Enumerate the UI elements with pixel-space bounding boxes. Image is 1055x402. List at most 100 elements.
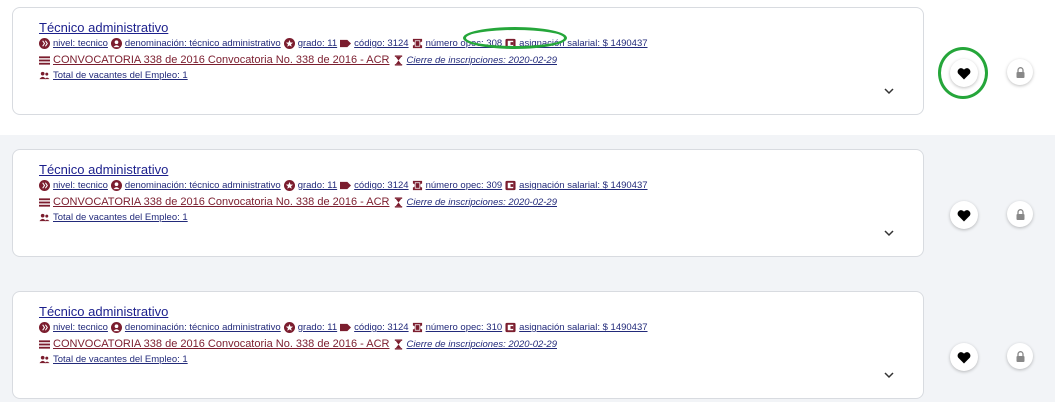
job-card: Técnico administrativo nivel: tecnico de… [12, 7, 924, 115]
convocatoria-item[interactable]: CONVOCATORIA 338 de 2016 Convocatoria No… [39, 196, 390, 208]
level-icon [39, 180, 50, 191]
users-icon [39, 70, 50, 81]
asignacion-item[interactable]: asignación salarial: $ 1490437 [505, 322, 648, 333]
tag-icon [340, 322, 352, 333]
asignacion-text[interactable]: asignación salarial: $ 1490437 [519, 322, 647, 333]
hourglass-icon [393, 54, 404, 66]
list-icon [39, 197, 50, 208]
convocatoria-item[interactable]: CONVOCATORIA 338 de 2016 Convocatoria No… [39, 54, 390, 66]
favorite-button[interactable] [950, 201, 978, 229]
vacantes-text[interactable]: Total de vacantes del Empleo: 1 [53, 70, 188, 81]
convocatoria-row: CONVOCATORIA 338 de 2016 Convocatoria No… [39, 196, 560, 208]
opec-text[interactable]: número opec: 309 [426, 180, 503, 191]
denominacion-text[interactable]: denominación: técnico administrativo [125, 38, 281, 49]
denominacion-item[interactable]: denominación: técnico administrativo [110, 180, 281, 191]
tag-icon [340, 38, 352, 49]
grado-item[interactable]: grado: 11 [283, 180, 337, 191]
asignacion-text[interactable]: asignación salarial: $ 1490437 [519, 38, 647, 49]
list-icon [39, 55, 50, 66]
asignacion-item[interactable]: asignación salarial: $ 1490437 [505, 180, 648, 191]
chevron-down-icon[interactable] [881, 84, 897, 98]
heart-icon [957, 209, 971, 222]
vacantes-item[interactable]: Total de vacantes del Empleo: 1 [39, 354, 188, 365]
cierre-text[interactable]: Cierre de inscripciones: 2020-02-29 [407, 197, 558, 208]
cierre-item[interactable]: Cierre de inscripciones: 2020-02-29 [393, 196, 558, 208]
codigo-text[interactable]: código: 3124 [354, 38, 408, 49]
job-card: Técnico administrativo nivel: tecnico de… [12, 291, 924, 399]
user-icon [110, 322, 122, 333]
opec-text[interactable]: número opec: 310 [426, 322, 503, 333]
asignacion-item[interactable]: asignación salarial: $ 1490437 [505, 38, 648, 49]
job-title-link[interactable]: Técnico administrativo [39, 304, 168, 319]
chevron-down-icon[interactable] [881, 226, 897, 240]
nivel-item[interactable]: nivel: tecnico [39, 38, 108, 49]
grado-text[interactable]: grado: 11 [298, 322, 337, 333]
asignacion-text[interactable]: asignación salarial: $ 1490437 [519, 180, 647, 191]
ticket-icon [412, 180, 423, 191]
vacantes-text[interactable]: Total de vacantes del Empleo: 1 [53, 354, 188, 365]
opec-item[interactable]: número opec: 310 [412, 322, 503, 333]
codigo-item[interactable]: código: 3124 [340, 180, 409, 191]
opec-item[interactable]: número opec: 309 [412, 180, 503, 191]
job-title-link[interactable]: Técnico administrativo [39, 162, 168, 177]
lock-icon [1016, 350, 1025, 362]
vacantes-item[interactable]: Total de vacantes del Empleo: 1 [39, 70, 188, 81]
nivel-text[interactable]: nivel: tecnico [53, 322, 108, 333]
job-title-link[interactable]: Técnico administrativo [39, 20, 168, 35]
favorite-button[interactable] [950, 343, 978, 371]
users-icon [39, 212, 50, 223]
codigo-item[interactable]: código: 3124 [340, 322, 409, 333]
level-icon [39, 322, 50, 333]
codigo-text[interactable]: código: 3124 [354, 322, 408, 333]
codigo-text[interactable]: código: 3124 [354, 180, 408, 191]
cierre-text[interactable]: Cierre de inscripciones: 2020-02-29 [407, 55, 558, 66]
cierre-text[interactable]: Cierre de inscripciones: 2020-02-29 [407, 339, 558, 350]
nivel-text[interactable]: nivel: tecnico [53, 38, 108, 49]
opec-item[interactable]: número opec: 308 [412, 38, 503, 49]
wallet-icon [505, 180, 516, 191]
level-icon [39, 38, 50, 49]
vacantes-text[interactable]: Total de vacantes del Empleo: 1 [53, 212, 188, 223]
convocatoria-text[interactable]: CONVOCATORIA 338 de 2016 Convocatoria No… [53, 54, 390, 66]
grado-text[interactable]: grado: 11 [298, 180, 337, 191]
wallet-icon [505, 38, 516, 49]
grado-item[interactable]: grado: 11 [283, 322, 337, 333]
denominacion-item[interactable]: denominación: técnico administrativo [110, 322, 281, 333]
job-meta-row: nivel: tecnico denominación: técnico adm… [39, 322, 651, 333]
star-badge-icon [283, 180, 295, 191]
convocatoria-text[interactable]: CONVOCATORIA 338 de 2016 Convocatoria No… [53, 196, 390, 208]
users-icon [39, 354, 50, 365]
job-meta-row: nivel: tecnico denominación: técnico adm… [39, 38, 651, 49]
cierre-item[interactable]: Cierre de inscripciones: 2020-02-29 [393, 338, 558, 350]
vacantes-item[interactable]: Total de vacantes del Empleo: 1 [39, 212, 188, 223]
nivel-text[interactable]: nivel: tecnico [53, 180, 108, 191]
hourglass-icon [393, 338, 404, 350]
nivel-item[interactable]: nivel: tecnico [39, 180, 108, 191]
job-meta-row: nivel: tecnico denominación: técnico adm… [39, 180, 651, 191]
convocatoria-row: CONVOCATORIA 338 de 2016 Convocatoria No… [39, 54, 560, 66]
lock-button[interactable] [1007, 343, 1033, 369]
codigo-item[interactable]: código: 3124 [340, 38, 409, 49]
chevron-down-icon[interactable] [881, 368, 897, 382]
hourglass-icon [393, 196, 404, 208]
lock-button[interactable] [1007, 201, 1033, 227]
convocatoria-text[interactable]: CONVOCATORIA 338 de 2016 Convocatoria No… [53, 338, 390, 350]
opec-text[interactable]: número opec: 308 [426, 38, 503, 49]
favorite-button[interactable] [950, 59, 978, 87]
lock-button[interactable] [1007, 59, 1033, 85]
vacantes-row: Total de vacantes del Empleo: 1 [39, 70, 191, 81]
denominacion-text[interactable]: denominación: técnico administrativo [125, 180, 281, 191]
cierre-item[interactable]: Cierre de inscripciones: 2020-02-29 [393, 54, 558, 66]
vacantes-row: Total de vacantes del Empleo: 1 [39, 212, 191, 223]
vacantes-row: Total de vacantes del Empleo: 1 [39, 354, 191, 365]
lock-icon [1016, 208, 1025, 220]
convocatoria-row: CONVOCATORIA 338 de 2016 Convocatoria No… [39, 338, 560, 350]
grado-text[interactable]: grado: 11 [298, 38, 337, 49]
convocatoria-item[interactable]: CONVOCATORIA 338 de 2016 Convocatoria No… [39, 338, 390, 350]
denominacion-text[interactable]: denominación: técnico administrativo [125, 322, 281, 333]
denominacion-item[interactable]: denominación: técnico administrativo [110, 38, 281, 49]
ticket-icon [412, 322, 423, 333]
star-badge-icon [283, 322, 295, 333]
grado-item[interactable]: grado: 11 [283, 38, 337, 49]
nivel-item[interactable]: nivel: tecnico [39, 322, 108, 333]
